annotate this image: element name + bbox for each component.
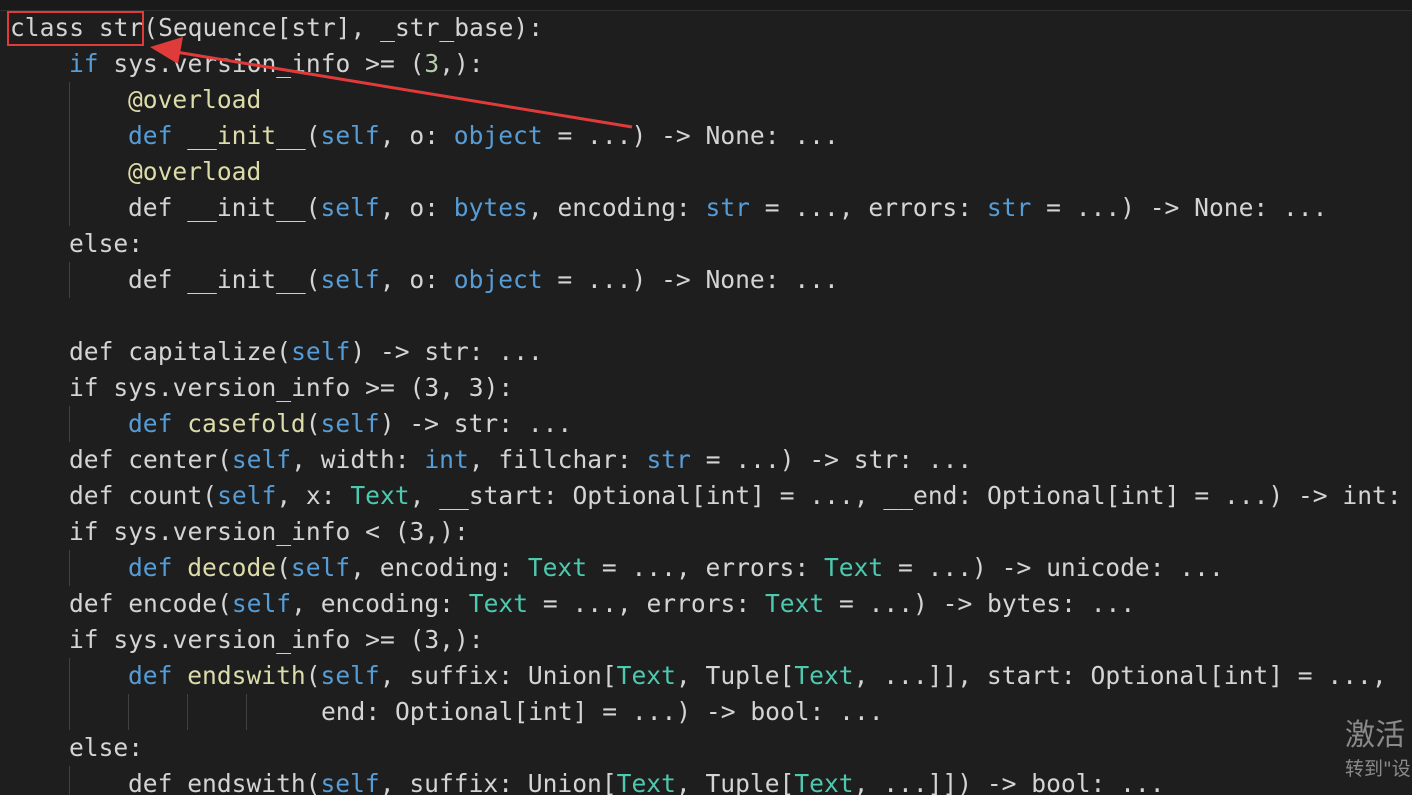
watermark-title: 激活 <box>1345 718 1405 753</box>
annotation-arrow-icon <box>150 37 633 129</box>
watermark-subtitle: 转到"设 <box>1345 758 1411 780</box>
windows-activation-watermark: 激活 转到"设 <box>1345 716 1411 782</box>
